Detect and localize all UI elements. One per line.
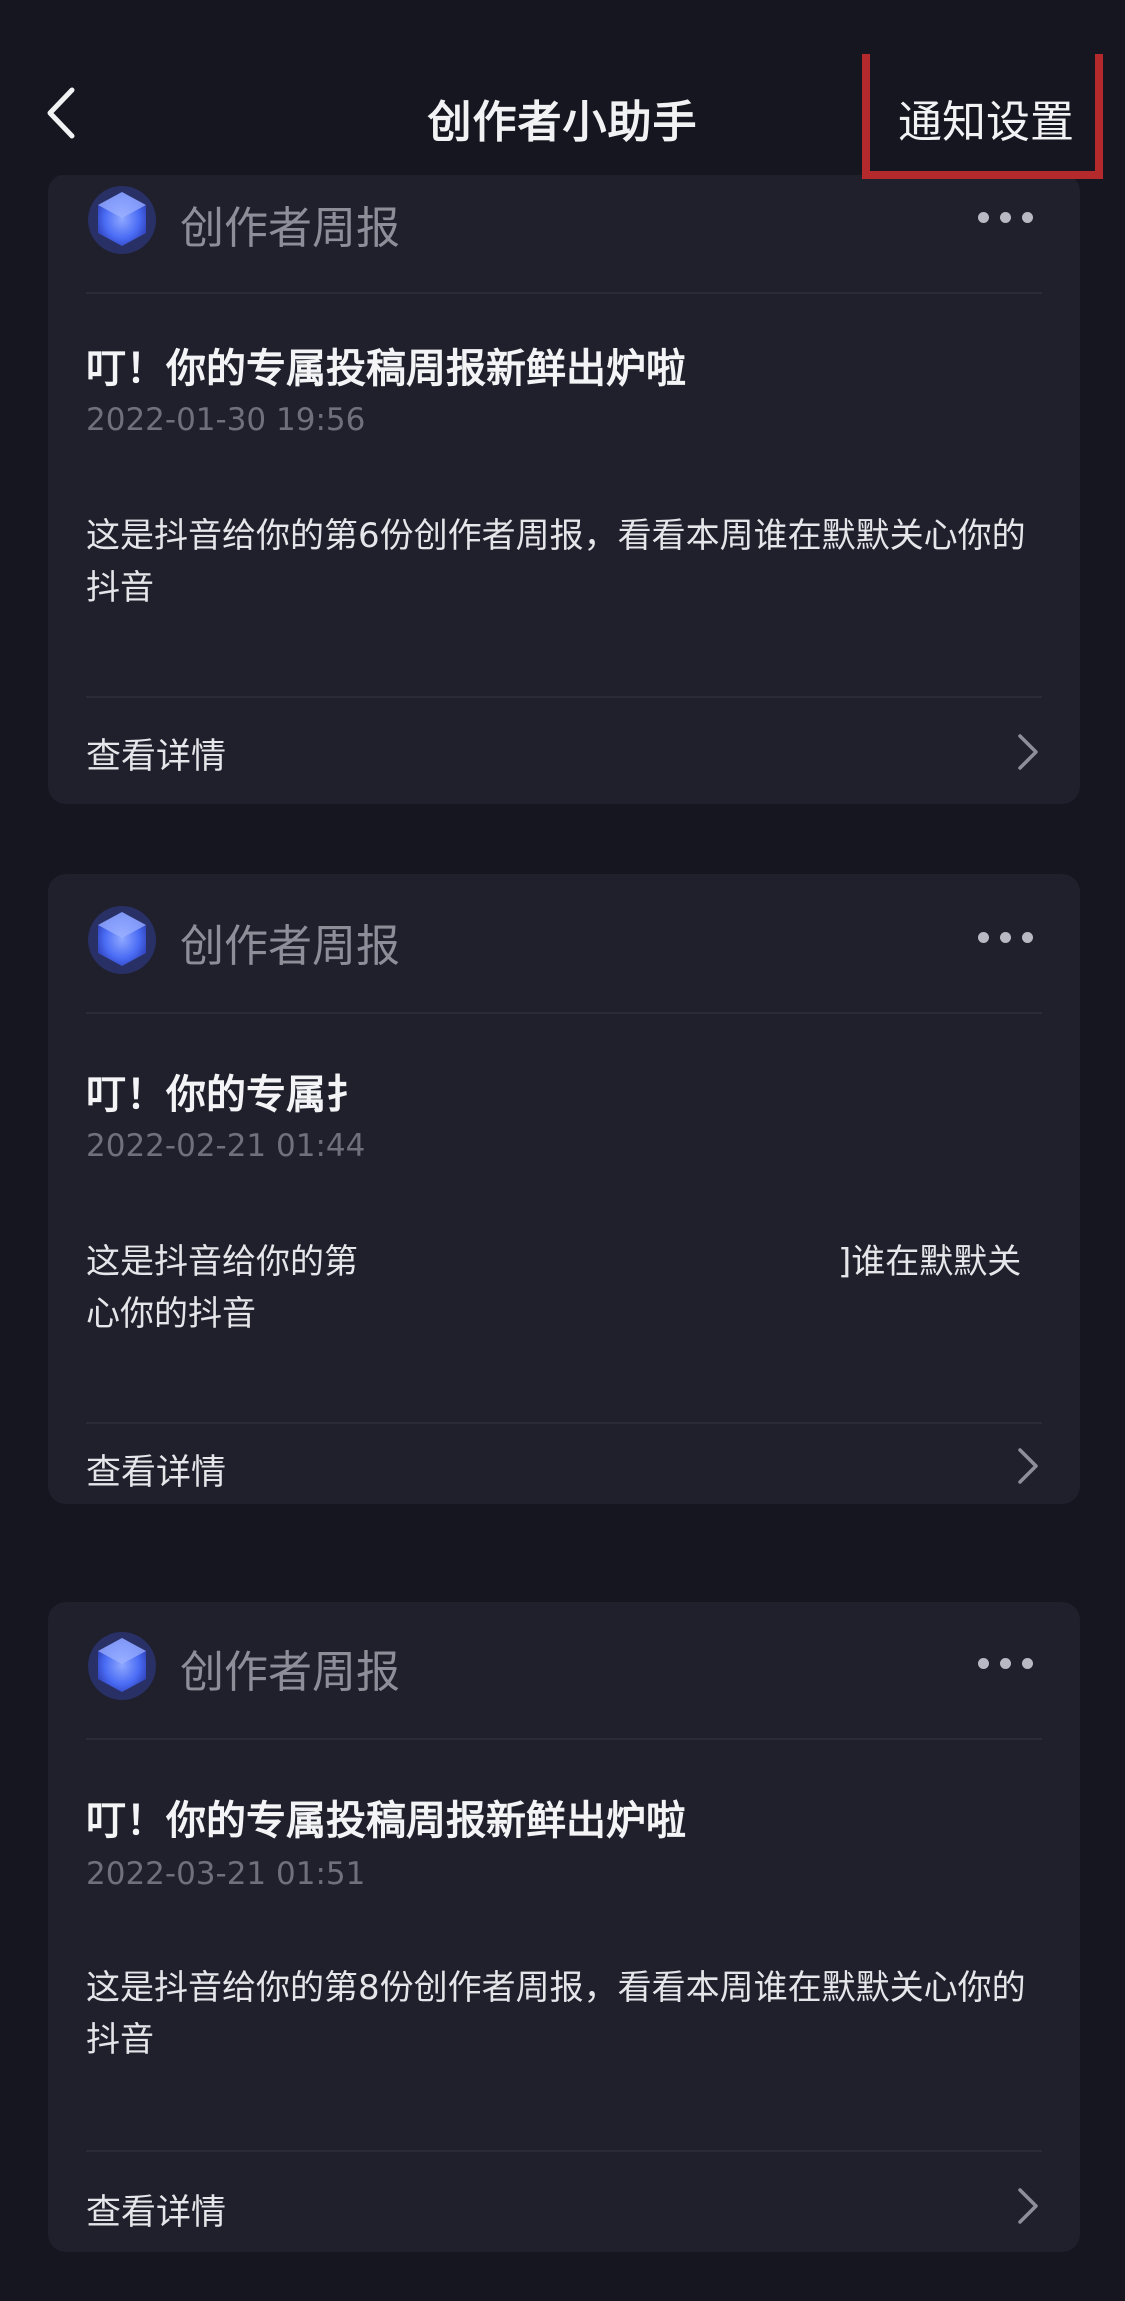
notification-card: 创作者周报 叮！你的专属投稿周报新鲜出炉啦 2022-03-21 01:51 这… [48,1602,1080,2252]
view-details-label: 查看详情 [86,737,227,777]
notification-body-line2: 心你的抖音 [86,1294,256,1334]
hexagon-cube-icon [88,1632,156,1700]
hexagon-cube-icon [88,906,156,974]
sender-name: 创作者周报 [180,1647,400,1698]
more-options-button[interactable] [978,1650,1038,1680]
divider [86,292,1042,294]
notification-body-right: ]谁在默默关 [838,1242,1022,1282]
chevron-right-icon [1018,1448,1038,1484]
notification-card: 创作者周报 叮！你的专属投稿周报新鲜出炉啦 2022-01-30 19:56 这… [48,174,1080,804]
notification-body: 这是抖音给你的第6份创作者周报，看看本周谁在默默关心你的抖音 [86,516,1026,608]
top-navigation-bar: 创作者小助手 通知设置 [0,0,1125,179]
divider [86,1738,1042,1740]
chevron-right-icon [1018,2188,1038,2224]
more-options-button[interactable] [978,924,1038,954]
notification-feed: 创作者周报 叮！你的专属投稿周报新鲜出炉啦 2022-01-30 19:56 这… [0,0,1125,2301]
notification-body-left: 这是抖音给你的第 [86,1242,358,1282]
notification-card: 创作者周报 叮！你的专属扌 2022-02-21 01:44 这是抖音给你的第 … [48,874,1080,1504]
notification-date: 2022-03-21 01:51 [86,1856,366,1892]
sender-name: 创作者周报 [180,203,400,254]
notification-title: 叮！你的专属投稿周报新鲜出炉啦 [86,346,686,392]
notification-date: 2022-02-21 01:44 [86,1128,366,1164]
more-options-button[interactable] [978,204,1038,234]
hexagon-cube-icon [88,186,156,254]
view-details-label: 查看详情 [86,1453,227,1493]
view-details-link[interactable]: 查看详情 [48,2152,1080,2252]
view-details-link[interactable]: 查看详情 [48,1424,1080,1504]
notification-settings-button[interactable]: 通知设置 [898,86,1074,150]
sender-name: 创作者周报 [180,921,400,972]
notification-title: 叮！你的专属扌 [86,1072,366,1118]
view-details-label: 查看详情 [86,2193,227,2233]
notification-date: 2022-01-30 19:56 [86,402,366,438]
notification-title: 叮！你的专属投稿周报新鲜出炉啦 [86,1798,686,1844]
notification-body: 这是抖音给你的第8份创作者周报，看看本周谁在默默关心你的抖音 [86,1968,1026,2060]
divider [86,1012,1042,1014]
view-details-link[interactable]: 查看详情 [48,698,1080,804]
chevron-right-icon [1018,734,1038,770]
